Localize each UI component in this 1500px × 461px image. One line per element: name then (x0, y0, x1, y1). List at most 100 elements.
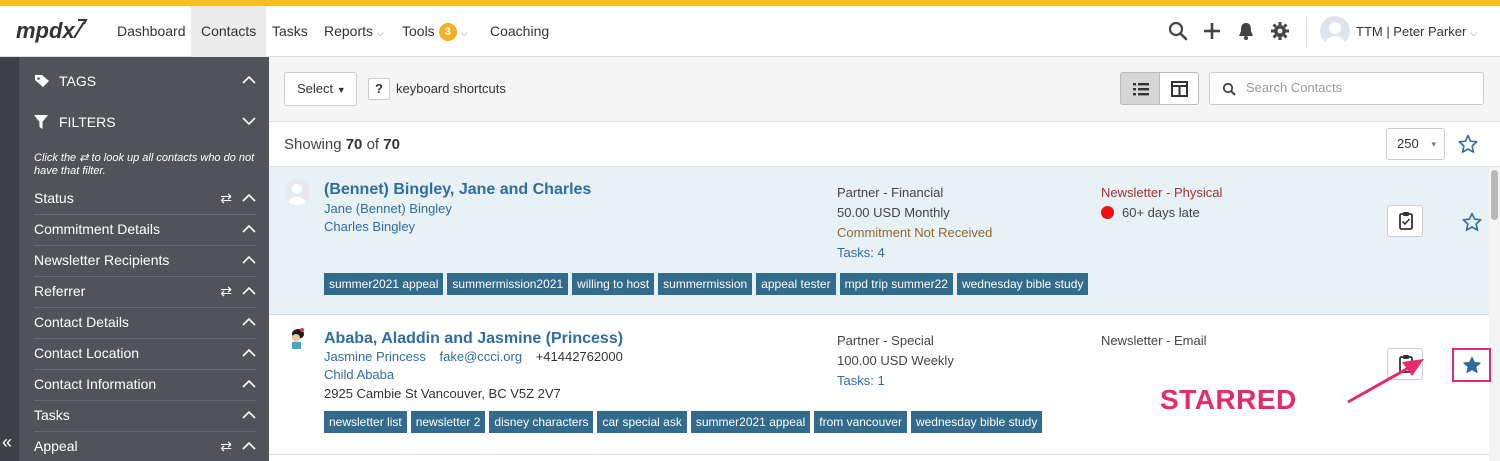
tag-list: summer2021 appeal summermission2021 willin… (324, 273, 1089, 295)
swap-icon: ⇄ (79, 152, 89, 164)
tag-pill[interactable]: summermission2021 (447, 273, 569, 295)
tag-pill[interactable]: appeal tester (756, 273, 836, 295)
swap-icon[interactable]: ⇄ (220, 190, 232, 207)
filter-row-label: Contact Details (34, 314, 129, 330)
tag-pill[interactable]: summer2021 appeal (690, 411, 811, 433)
list-view-button[interactable] (1120, 72, 1160, 105)
tag-pill[interactable]: summermission (658, 273, 753, 295)
person-link[interactable]: Child Ababa (324, 367, 394, 382)
filter-row-label: Status (34, 190, 74, 206)
per-page-select[interactable]: 250 ▾ (1386, 128, 1445, 160)
pledge-amount: 50.00 USD Monthly (837, 205, 950, 220)
person-link[interactable]: Charles Bingley (324, 219, 415, 234)
tag-pill[interactable]: wednesday bible study (910, 411, 1043, 433)
user-avatar[interactable] (1320, 16, 1350, 46)
filter-row-newsletter-recipients[interactable]: Newsletter Recipients (34, 246, 256, 277)
filter-row-commitment-details[interactable]: Commitment Details (34, 215, 256, 246)
nav-coaching[interactable]: Coaching (490, 6, 549, 57)
chevron-up-icon (242, 193, 256, 202)
star-filled-icon[interactable] (1463, 356, 1481, 374)
filter-row-tasks[interactable]: Tasks (34, 401, 256, 432)
sidebar-tags-header[interactable]: TAGS (34, 66, 256, 97)
nav-divider (1306, 16, 1307, 48)
chevron-down-icon (242, 117, 256, 126)
chevron-up-icon (242, 317, 256, 326)
search-icon (1222, 82, 1236, 96)
nav-tasks[interactable]: Tasks (272, 6, 308, 57)
person-row: Jasmine Princess fake@ccci.org +41442762… (324, 349, 623, 364)
contact-avatar (284, 325, 310, 351)
swap-icon[interactable]: ⇄ (220, 438, 232, 455)
filter-row-appeal[interactable]: Appeal ⇄ (34, 432, 256, 461)
tag-pill[interactable]: car special ask (597, 411, 687, 433)
contact-address: 2925 Cambie St Vancouver, BC V5Z 2V7 (324, 386, 561, 401)
results-count: Showing 70 of 70 (284, 136, 400, 153)
collapse-sidebar-icon[interactable]: « (2, 432, 12, 453)
person-link[interactable]: Jane (Bennet) Bingley (324, 201, 452, 216)
tasks-link[interactable]: Tasks: 4 (837, 245, 885, 260)
filter-row-referrer[interactable]: Referrer ⇄ (34, 277, 256, 308)
contact-row[interactable]: Ababa, Aladdin and Jasmine (Princess) Ja… (269, 315, 1489, 455)
pledge-amount: 100.00 USD Weekly (837, 353, 954, 368)
user-menu[interactable]: TTM | Peter Parker ⌵ (1356, 6, 1477, 57)
keyboard-shortcuts-icon[interactable]: ? (368, 78, 390, 100)
filter-row-contact-location[interactable]: Contact Location (34, 339, 256, 370)
tasks-link[interactable]: Tasks: 1 (837, 373, 885, 388)
contact-row[interactable]: (Bennet) Bingley, Jane and Charles Jane … (269, 167, 1489, 315)
chevron-up-icon (242, 348, 256, 357)
tag-pill[interactable]: disney characters (489, 411, 594, 433)
commitment-status: Commitment Not Received (837, 225, 993, 240)
contact-status: Partner - Special (837, 333, 934, 348)
nav-contacts[interactable]: Contacts (191, 6, 267, 57)
filter-row-contact-details[interactable]: Contact Details (34, 308, 256, 339)
gear-icon[interactable] (1269, 20, 1291, 42)
column-view-button[interactable] (1159, 72, 1199, 105)
person-link[interactable]: Jasmine Princess (324, 349, 426, 364)
filter-row-label: Tasks (34, 407, 70, 423)
chevron-down-icon: ⌵ (1470, 28, 1478, 38)
contact-name-link[interactable]: Ababa, Aladdin and Jasmine (Princess) (324, 330, 623, 348)
contacts-toolbar: Select ▼ ? keyboard shortcuts (269, 57, 1500, 122)
tag-pill[interactable]: willing to host (572, 273, 655, 295)
tag-pill[interactable]: from vancouver (814, 411, 907, 433)
star-icon[interactable] (1462, 212, 1482, 232)
search-contacts-input[interactable] (1246, 80, 1476, 95)
tag-pill[interactable]: newsletter 2 (410, 411, 486, 433)
mpdx-logo[interactable]: mpdx (14, 16, 94, 46)
nav-tools[interactable]: Tools 3 ⌵ (402, 6, 468, 57)
bell-icon[interactable] (1235, 20, 1257, 42)
tags-icon (35, 75, 49, 87)
search-icon[interactable] (1167, 20, 1189, 42)
tag-list: newsletter list newsletter 2 disney charac… (324, 411, 1043, 433)
list-icon (1133, 83, 1149, 96)
chevron-down-icon: ⌵ (377, 28, 384, 38)
filter-row-label: Newsletter Recipients (34, 252, 170, 268)
keyboard-shortcuts-link[interactable]: keyboard shortcuts (396, 81, 506, 96)
nav-reports[interactable]: Reports ⌵ (324, 6, 384, 57)
tag-pill[interactable]: wednesday bible study (956, 273, 1089, 295)
scrollbar-thumb[interactable] (1491, 170, 1498, 220)
contact-name-link[interactable]: (Bennet) Bingley, Jane and Charles (324, 181, 591, 199)
swap-icon[interactable]: ⇄ (220, 283, 232, 300)
phone-number: +41442762000 (535, 349, 623, 364)
filter-row-label: Referrer (34, 283, 86, 299)
annotation-arrow-icon (1347, 359, 1424, 404)
clipboard-icon (1399, 212, 1413, 230)
filter-row-status[interactable]: Status ⇄ (34, 184, 256, 215)
filter-row-label: Contact Location (34, 345, 140, 361)
late-status-dot (1101, 206, 1114, 219)
sidebar-filters-header[interactable]: FILTERS (34, 107, 256, 138)
star-filter-icon[interactable] (1458, 134, 1478, 154)
plus-icon[interactable] (1201, 20, 1223, 42)
filter-row-contact-information[interactable]: Contact Information (34, 370, 256, 401)
select-dropdown-button[interactable]: Select ▼ (284, 72, 357, 106)
results-header: Showing 70 of 70 250 ▾ (269, 122, 1500, 167)
tag-pill[interactable]: summer2021 appeal (324, 273, 444, 295)
log-task-button[interactable] (1387, 205, 1423, 237)
email-link[interactable]: fake@ccci.org (440, 349, 523, 364)
nav-dashboard[interactable]: Dashboard (117, 6, 186, 57)
tag-pill[interactable]: newsletter list (324, 411, 407, 433)
chevron-up-icon (242, 75, 256, 84)
tag-pill[interactable]: mpd trip summer22 (839, 273, 953, 295)
tools-count-badge: 3 (438, 23, 457, 41)
